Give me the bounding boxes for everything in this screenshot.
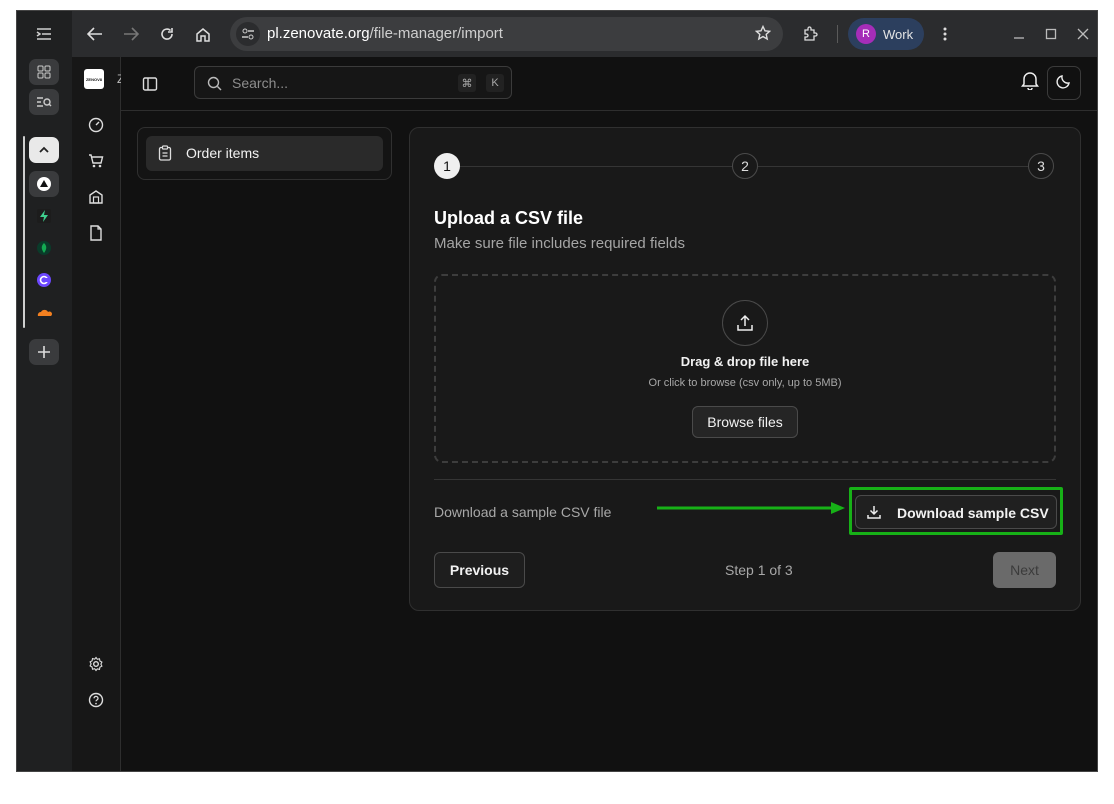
sidebar-item-label: Order items <box>186 145 260 161</box>
theme-toggle-button[interactable] <box>1047 66 1081 100</box>
settings-gear-icon[interactable] <box>85 653 107 675</box>
tab-favicon-triangle-icon[interactable] <box>29 171 59 197</box>
site-settings-icon[interactable] <box>236 22 260 46</box>
download-sample-csv-button[interactable]: Download sample CSV <box>855 495 1057 529</box>
browser-menu-kebab-icon[interactable] <box>932 21 958 47</box>
search-placeholder: Search... <box>232 75 289 91</box>
step-indicator-2: 2 <box>732 153 758 179</box>
toolbar-separator <box>837 25 838 43</box>
import-sidebar: Order items <box>137 127 392 180</box>
home-icon[interactable] <box>190 21 216 47</box>
profile-button[interactable]: R Work <box>848 18 924 50</box>
tab-groups-icon[interactable] <box>29 59 59 85</box>
address-bar[interactable]: pl.zenovate.org/file-manager/import <box>230 17 783 51</box>
search-icon <box>207 76 222 96</box>
shortcut-command-key: ⌘ <box>458 74 476 92</box>
url-text: pl.zenovate.org/file-manager/import <box>267 25 503 42</box>
tab-favicon-c-icon[interactable] <box>29 267 59 293</box>
new-tab-plus-icon[interactable] <box>29 339 59 365</box>
profile-label: Work <box>883 26 914 42</box>
extensions-puzzle-icon[interactable] <box>797 21 823 47</box>
tab-search-icon[interactable] <box>29 89 59 115</box>
app-header: Search... ⌘ K <box>121 57 1097 111</box>
dropzone-title: Drag & drop file here <box>680 354 810 369</box>
moon-icon <box>1056 73 1072 94</box>
tab-favicon-bolt-icon[interactable] <box>29 203 59 229</box>
step-connector <box>758 166 1028 167</box>
forward-arrow-icon[interactable] <box>118 21 144 47</box>
dropzone-hint: Or click to browse (csv only, up to 5MB) <box>648 377 842 389</box>
upload-icon <box>722 300 768 346</box>
tab-favicon-cloud-icon[interactable] <box>29 299 59 325</box>
close-window-icon[interactable] <box>1070 21 1096 47</box>
clipboard-list-icon <box>158 145 172 166</box>
minimize-window-icon[interactable] <box>1006 21 1032 47</box>
sidebar-item-order-items[interactable]: Order items <box>146 136 383 171</box>
url-host: pl.zenovate.org <box>267 25 370 42</box>
upload-wizard-card: 1 2 3 Upload a CSV file Make sure file i… <box>409 127 1081 611</box>
bookmark-star-icon[interactable] <box>754 24 772 46</box>
app-logo[interactable]: ZENOV8 <box>84 69 104 89</box>
help-question-icon[interactable] <box>85 689 107 711</box>
download-button-label: Download sample CSV <box>897 505 1049 521</box>
warehouse-icon[interactable] <box>85 186 107 208</box>
tab-group-indicator <box>23 136 25 328</box>
notifications-bell-icon[interactable] <box>1021 70 1039 95</box>
page-subtitle: Make sure file includes required fields <box>434 235 685 252</box>
shortcut-k-key: K <box>486 74 504 92</box>
collapse-tabs-icon[interactable] <box>29 21 59 47</box>
maximize-window-icon[interactable] <box>1038 21 1064 47</box>
browse-files-button[interactable]: Browse files <box>692 406 798 438</box>
section-divider <box>434 479 1056 480</box>
profile-avatar: R <box>856 24 876 44</box>
search-input[interactable]: Search... ⌘ K <box>194 66 512 99</box>
file-document-icon[interactable] <box>85 222 107 244</box>
next-button[interactable]: Next <box>993 552 1056 588</box>
url-path: /file-manager/import <box>369 25 503 42</box>
annotation-arrow <box>657 502 845 514</box>
step-indicator-1: 1 <box>434 153 460 179</box>
download-sample-label: Download a sample CSV file <box>434 504 612 520</box>
browser-window: pl.zenovate.org/file-manager/import R Wo… <box>16 10 1098 772</box>
file-dropzone[interactable]: Drag & drop file here Or click to browse… <box>434 274 1056 463</box>
dashboard-gauge-icon[interactable] <box>85 114 107 136</box>
step-connector <box>460 166 732 167</box>
vertical-tab-strip <box>17 11 73 771</box>
previous-button[interactable]: Previous <box>434 552 525 588</box>
step-indicator-3: 3 <box>1028 153 1054 179</box>
tab-favicon-leaf-icon[interactable] <box>29 235 59 261</box>
browser-toolbar: pl.zenovate.org/file-manager/import R Wo… <box>72 11 1097 57</box>
back-arrow-icon[interactable] <box>82 21 108 47</box>
shopping-cart-icon[interactable] <box>85 150 107 172</box>
download-icon <box>866 504 882 525</box>
step-progress-text: Step 1 of 3 <box>725 562 793 578</box>
reload-icon[interactable] <box>154 21 180 47</box>
toggle-sidebar-icon[interactable] <box>137 71 163 97</box>
app-nav-rail: ZENOV8 Z R <box>72 57 124 771</box>
page-title: Upload a CSV file <box>434 208 584 228</box>
chevron-up-icon[interactable] <box>29 137 59 163</box>
